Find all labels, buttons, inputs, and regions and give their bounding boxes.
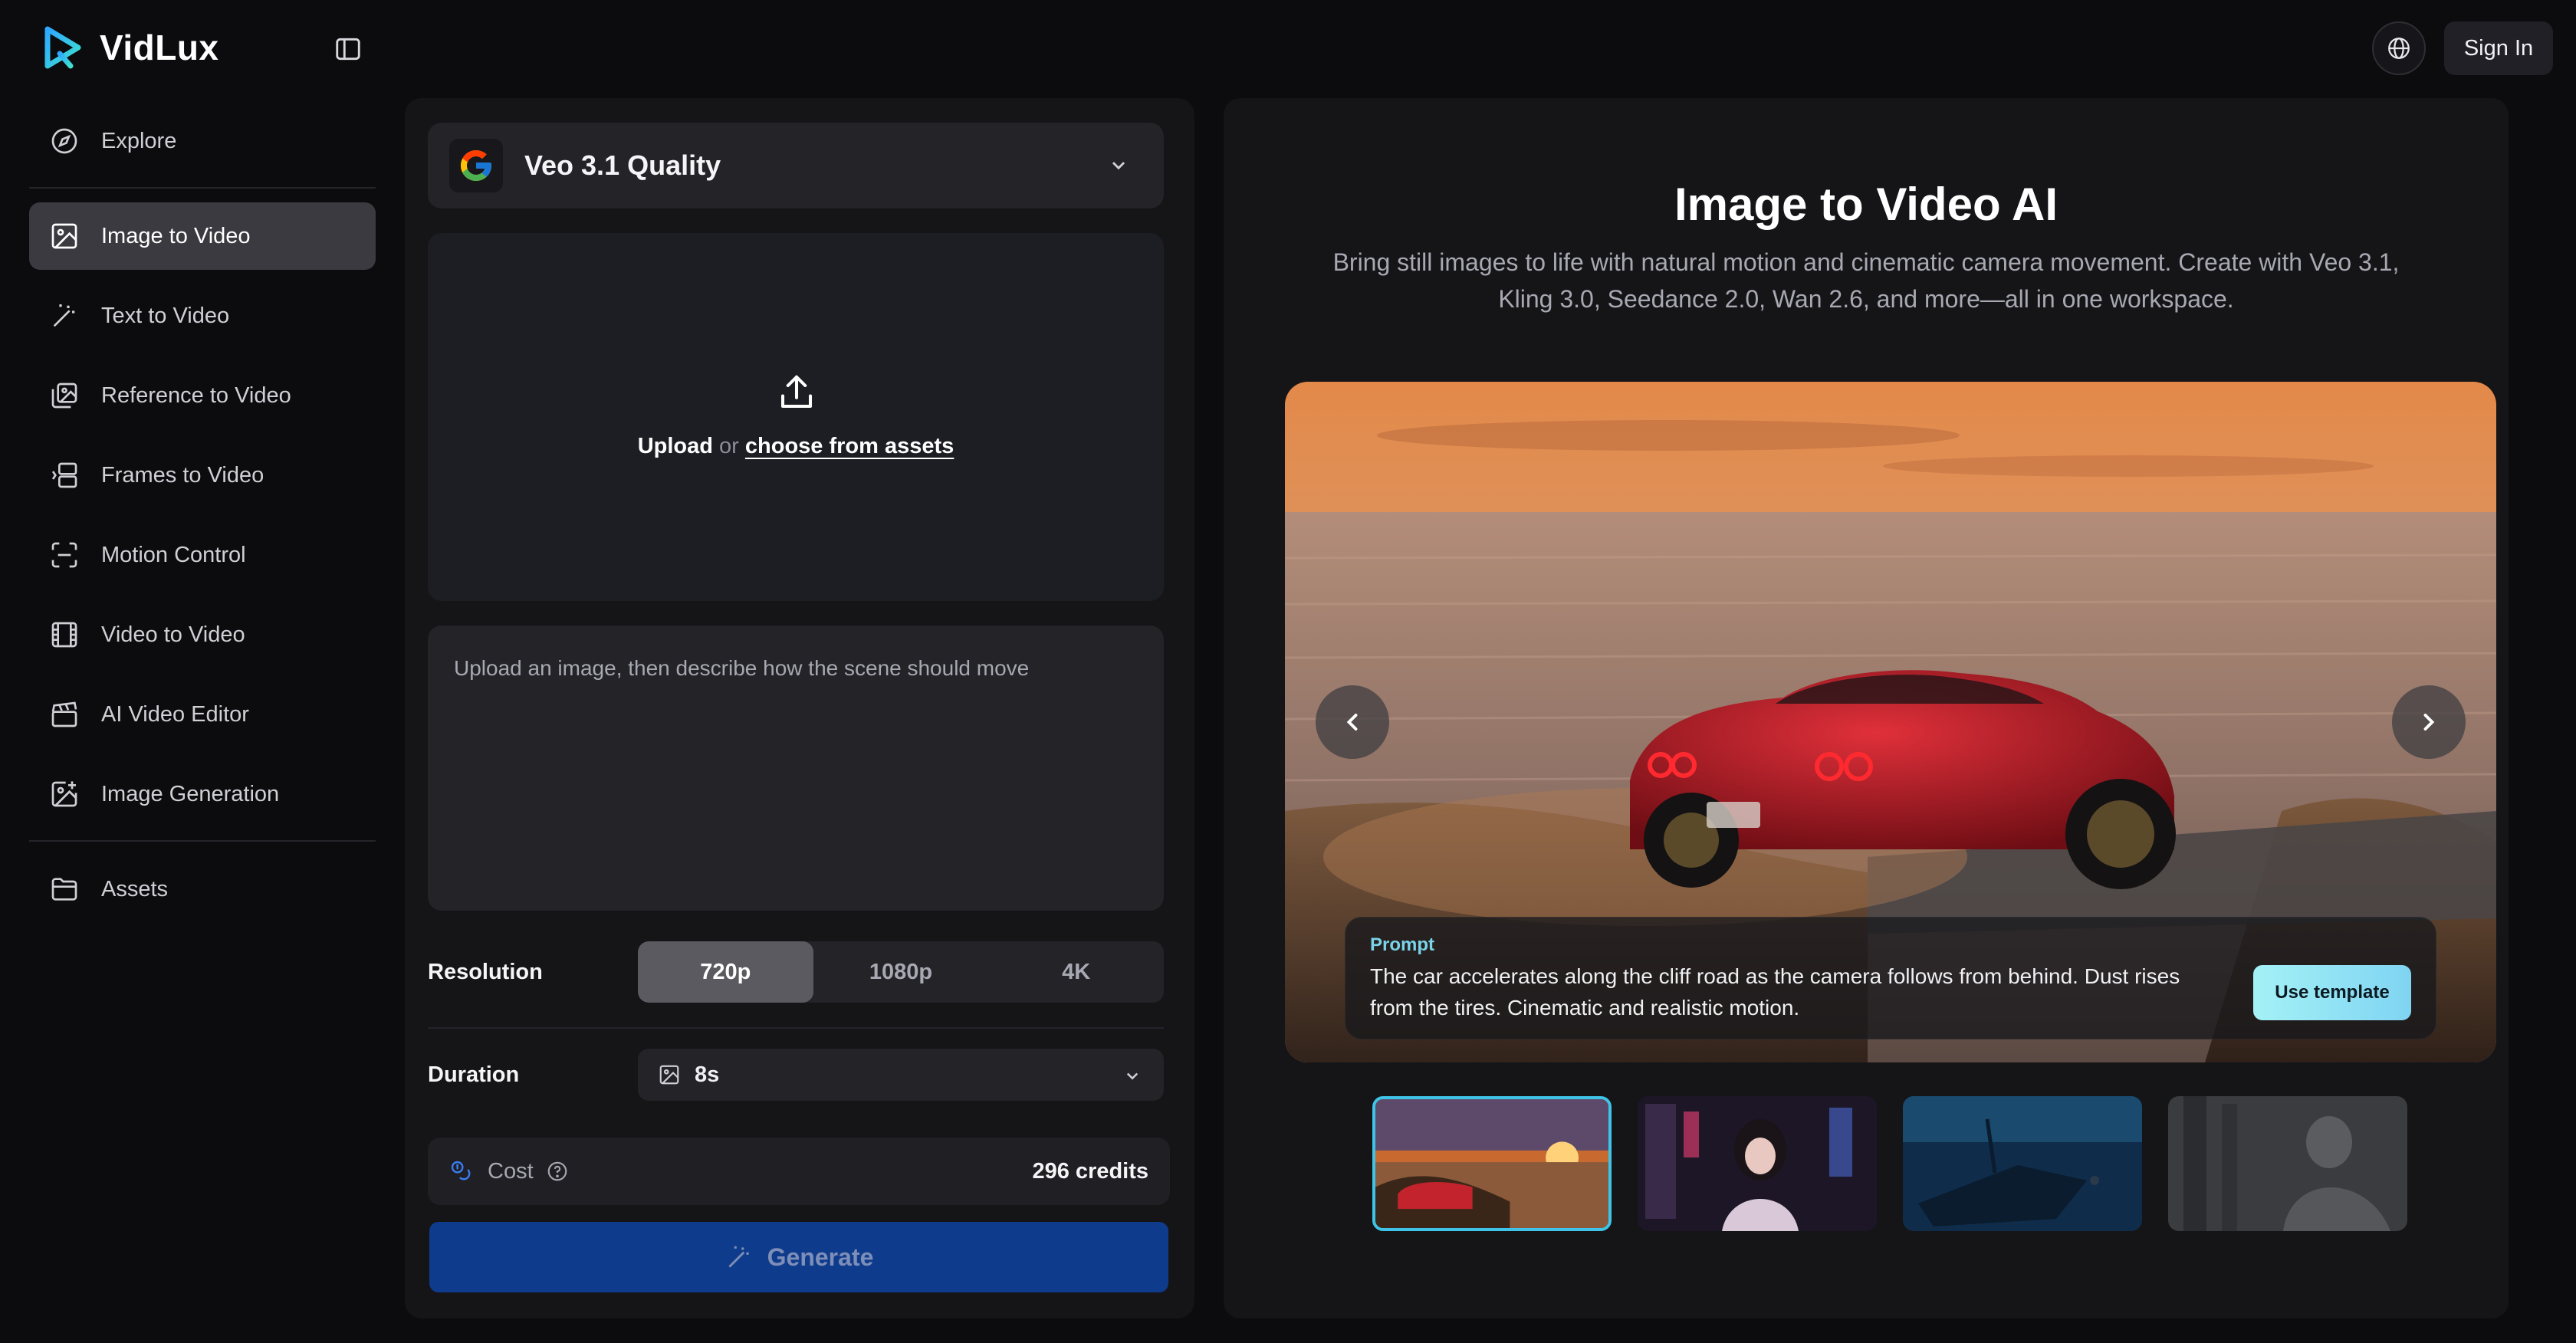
sidebar-item-motion-control[interactable]: Motion Control — [29, 521, 376, 589]
carousel-next-button[interactable] — [2392, 685, 2466, 759]
chevron-right-icon — [2423, 714, 2435, 731]
duration-value: 8s — [695, 1062, 720, 1087]
image-upload-dropzone[interactable]: Upload or choose from assets — [428, 233, 1164, 601]
compass-icon — [51, 128, 77, 154]
clapperboard-icon — [51, 701, 77, 727]
chevron-down-icon — [1112, 162, 1125, 170]
thumbnail-sunset-car[interactable] — [1372, 1096, 1612, 1231]
upload-or-label: or — [719, 434, 739, 458]
resolution-option-1080p[interactable]: 1080p — [813, 941, 989, 1003]
resolution-option-720p[interactable]: 720p — [638, 941, 813, 1003]
generate-button[interactable]: Generate — [429, 1222, 1168, 1292]
language-button[interactable] — [2372, 21, 2426, 75]
prompt-label: Prompt — [1370, 934, 1434, 955]
thumbnail-image — [1375, 1099, 1608, 1228]
page-title: Image to Video AI — [1674, 179, 2058, 230]
reference-image-icon — [51, 383, 77, 409]
sidebar-item-text-to-video[interactable]: Text to Video — [29, 282, 376, 350]
resolution-segmented-control: 720p 1080p 4K — [638, 941, 1164, 1003]
page-subtitle: Bring still images to life with natural … — [1332, 248, 2400, 313]
cost-label: Cost — [488, 1158, 534, 1184]
sidebar-item-ai-video-editor[interactable]: AI Video Editor — [29, 681, 376, 748]
upload-label: Upload — [637, 434, 713, 458]
vidlux-logo-icon — [44, 26, 81, 69]
globe-icon — [2388, 38, 2410, 59]
thumbnail-stone-warrior[interactable] — [2168, 1096, 2407, 1231]
coins-icon — [451, 1161, 471, 1180]
motion-prompt-input[interactable] — [428, 626, 1164, 911]
sidebar-item-label: Motion Control — [101, 542, 246, 567]
resolution-label: Resolution — [428, 960, 543, 984]
google-logo-icon — [461, 150, 491, 181]
sidebar-item-image-to-video[interactable]: Image to Video — [29, 202, 376, 270]
choose-from-assets-link[interactable]: choose from assets — [745, 434, 954, 458]
sidebar-item-explore[interactable]: Explore — [29, 107, 376, 175]
brand[interactable]: VidLux — [40, 23, 219, 72]
image-icon — [51, 223, 77, 249]
showcase-panel: Image to Video AI Bring still images to … — [1224, 98, 2509, 1318]
sidebar-item-frames-to-video[interactable]: Frames to Video — [29, 442, 376, 509]
thumbnail-strip — [1372, 1096, 2430, 1231]
help-circle-icon[interactable] — [546, 1160, 569, 1183]
sidebar-divider — [29, 840, 376, 842]
sidebar-item-label: Image Generation — [101, 781, 280, 806]
sidebar-item-label: Explore — [101, 128, 177, 153]
film-icon — [51, 622, 77, 648]
magic-wand-icon — [53, 304, 75, 327]
sidebar-divider — [29, 187, 376, 189]
prompt-input-box — [428, 626, 1164, 911]
sidebar-toggle-icon — [336, 38, 360, 61]
prompt-card: Prompt The car accelerates along the cli… — [1345, 917, 2436, 1039]
cost-row: Cost 296 credits — [428, 1138, 1170, 1205]
thumbnail-underwater-shipwreck[interactable] — [1903, 1096, 2142, 1231]
generate-label: Generate — [767, 1243, 874, 1271]
sidebar-item-label: Image to Video — [101, 223, 251, 248]
use-template-button[interactable]: Use template — [2253, 965, 2411, 1020]
sidebar-toggle-button[interactable] — [331, 32, 365, 66]
sidebar-item-label: Reference to Video — [101, 383, 291, 408]
frames-icon — [51, 462, 77, 488]
thumbnail-neon-city-girl[interactable] — [1638, 1096, 1877, 1231]
thumbnail-image — [1638, 1096, 1877, 1231]
sidebar-item-video-to-video[interactable]: Video to Video — [29, 601, 376, 668]
model-logo — [449, 139, 503, 192]
showcase-carousel: Prompt The car accelerates along the cli… — [1285, 382, 2496, 1062]
sidebar-item-label: Frames to Video — [101, 462, 264, 488]
upload-instructions: Upload or choose from assets — [428, 434, 1164, 459]
image-plus-icon — [51, 781, 77, 807]
sign-in-button[interactable]: Sign In — [2444, 21, 2553, 75]
prompt-text: The car accelerates along the cliff road… — [1370, 964, 2180, 1020]
chevron-left-icon — [1346, 714, 1358, 731]
cost-value: 296 credits — [1032, 1159, 1148, 1184]
sidebar-item-label: Text to Video — [101, 303, 230, 328]
carousel-prev-button[interactable] — [1316, 685, 1389, 759]
folder-icon — [51, 878, 77, 901]
thumbnail-image — [2168, 1096, 2407, 1231]
resolution-option-4k[interactable]: 4K — [988, 941, 1164, 1003]
thumbnail-image — [1903, 1096, 2142, 1231]
chevron-down-icon — [1126, 1072, 1138, 1080]
sidebar-item-image-generation[interactable]: Image Generation — [29, 760, 376, 828]
generator-panel: Veo 3.1 Quality Upload or choose from as… — [405, 98, 1194, 1318]
sidebar-item-label: Assets — [101, 876, 169, 901]
sidebar: Explore Image to Video Text to Video Ref… — [29, 107, 376, 935]
duration-select[interactable]: 8s — [638, 1049, 1164, 1101]
model-name: Veo 3.1 Quality — [524, 149, 721, 181]
magic-wand-icon — [728, 1246, 749, 1268]
brand-name: VidLux — [100, 28, 219, 67]
sidebar-item-assets[interactable]: Assets — [29, 855, 376, 923]
scan-icon — [51, 542, 77, 568]
sidebar-item-label: AI Video Editor — [101, 701, 249, 727]
sidebar-item-reference-to-video[interactable]: Reference to Video — [29, 362, 376, 429]
model-select[interactable]: Veo 3.1 Quality — [428, 123, 1164, 209]
upload-icon — [780, 375, 813, 409]
settings-divider — [428, 1027, 1164, 1029]
sidebar-item-label: Video to Video — [101, 622, 245, 647]
duration-label: Duration — [428, 1062, 520, 1087]
image-icon — [659, 1065, 679, 1085]
